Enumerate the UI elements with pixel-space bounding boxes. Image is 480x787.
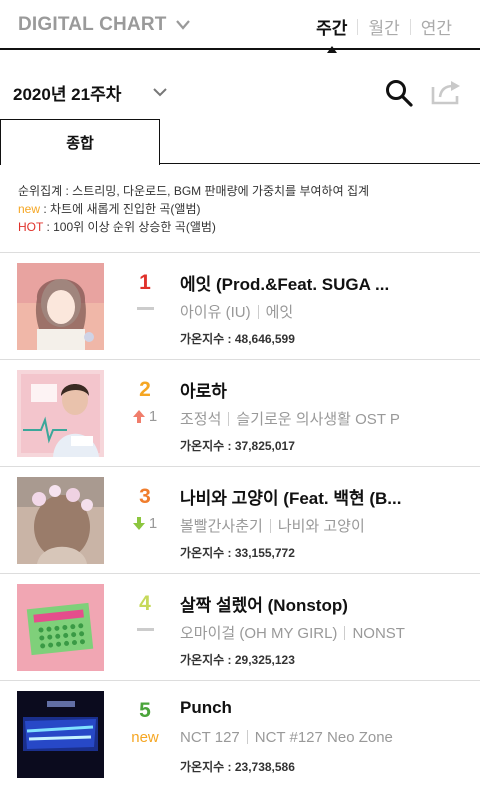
song-meta: 볼빨간사춘기 나비와 고양이 <box>180 515 418 536</box>
chevron-down-icon <box>175 20 190 30</box>
chart-type-selector[interactable]: DIGITAL CHART <box>18 14 191 36</box>
top-bar: DIGITAL CHART 주간 월간 연간 <box>0 0 480 53</box>
period-tabs: 주간 월간 연간 <box>306 14 462 53</box>
no-change-dash-icon <box>136 628 154 631</box>
week-selector[interactable]: 2020년 21주차 <box>13 80 121 105</box>
artist-name[interactable]: 조정석 <box>180 411 221 428</box>
divider <box>228 412 230 426</box>
gaon-score: 가온지수 : 29,325,123 <box>180 651 295 668</box>
score-value: 23,738,586 <box>234 760 295 774</box>
song-title[interactable]: 나비와 고양이 (Feat. 백현 (B... <box>180 484 418 509</box>
tab-monthly-label: 월간 <box>368 19 400 38</box>
legend-new-key: new <box>18 202 41 216</box>
tab-weekly-label: 주간 <box>316 19 348 38</box>
rank-change-value: 1 <box>148 408 158 425</box>
song-title[interactable]: Punch <box>180 698 418 718</box>
album-name[interactable]: 나비와 고양이 <box>278 518 365 535</box>
tab-overall[interactable]: 종합 <box>0 119 160 165</box>
gaon-score: 가온지수 : 23,738,586 <box>180 758 295 775</box>
rank-change <box>124 622 166 631</box>
album-cover[interactable] <box>17 691 104 778</box>
gaon-score: 가온지수 : 37,825,017 <box>180 437 295 454</box>
list-item[interactable]: 1 에잇 (Prod.&Feat. SUGA ... 아이유 (IU) 에잇 가온… <box>0 253 480 360</box>
album-cover[interactable] <box>17 370 104 457</box>
divider <box>257 305 259 319</box>
song-title[interactable]: 아로하 <box>180 377 418 402</box>
artist-name[interactable]: 아이유 (IU) <box>180 304 251 321</box>
song-meta: 조정석 슬기로운 의사생활 OST P <box>180 408 418 429</box>
rank-change-value: 1 <box>148 515 158 532</box>
rank-change: 1 <box>124 408 166 425</box>
album-name[interactable]: 에잇 <box>266 304 294 321</box>
rank-change <box>124 301 166 310</box>
tab-weekly[interactable]: 주간 <box>306 14 357 53</box>
list-item[interactable]: 2 1 아로하 조정석 슬기로운 의사생활 OST P 가온지수 : 37,825… <box>0 360 480 467</box>
gaon-score: 가온지수 : 48,646,599 <box>180 330 295 347</box>
score-value: 29,325,123 <box>234 653 295 667</box>
legend-hot: HOT : 100위 이상 순위 상승한 곡(앨범) <box>18 218 369 236</box>
album-cover[interactable] <box>17 477 104 564</box>
rank-number: 2 <box>139 378 151 401</box>
new-entry-badge: new <box>131 729 159 746</box>
score-label: 가온지수 : <box>180 653 232 667</box>
artist-name[interactable]: 오마이걸 (OH MY GIRL) <box>180 625 337 642</box>
arrow-up-icon <box>132 410 145 423</box>
song-meta: 아이유 (IU) 에잇 <box>180 301 418 322</box>
tab-yearly-label: 연간 <box>420 19 452 38</box>
share-icon[interactable] <box>430 78 462 106</box>
rank-change: 1 <box>124 515 166 532</box>
list-item[interactable]: 3 1 나비와 고양이 (Feat. 백현 (B... 볼빨간사춘기 나비와 고양… <box>0 467 480 574</box>
legend-new-desc: : 차트에 새롭게 진입한 곡(앨범) <box>40 202 201 216</box>
divider <box>344 626 346 640</box>
legend-hot-desc: : 100위 이상 순위 상승한 곡(앨범) <box>43 220 216 234</box>
list-item[interactable]: 5 new Punch NCT 127 NCT #127 Neo Zone 가온지… <box>0 681 480 787</box>
score-value: 48,646,599 <box>234 332 295 346</box>
chevron-down-icon[interactable] <box>152 87 168 98</box>
album-cover[interactable] <box>17 584 104 671</box>
list-item[interactable]: 4 살짝 설렜어 (Nonstop) 오마이걸 (OH MY GIRL) NONS… <box>0 574 480 681</box>
album-name[interactable]: 슬기로운 의사생활 OST P <box>236 411 399 428</box>
album-name[interactable]: NONST <box>352 625 405 642</box>
gaon-score: 가온지수 : 33,155,772 <box>180 544 295 561</box>
artist-name[interactable]: NCT 127 <box>180 729 240 746</box>
rank-number: 5 <box>139 699 151 722</box>
song-meta: 오마이걸 (OH MY GIRL) NONST <box>180 622 418 643</box>
song-meta: NCT 127 NCT #127 Neo Zone <box>180 729 418 746</box>
rank-change: new <box>124 729 166 746</box>
chart-title: DIGITAL CHART <box>18 14 167 35</box>
album-cover[interactable] <box>17 263 104 350</box>
score-value: 33,155,772 <box>234 546 295 560</box>
legend-hot-key: HOT <box>18 220 44 234</box>
divider <box>269 519 271 533</box>
score-label: 가온지수 : <box>180 332 232 346</box>
divider <box>246 730 248 744</box>
rank-number: 3 <box>139 485 151 508</box>
arrow-down-icon <box>132 517 145 530</box>
legend-aggregation: 순위집계 : 스트리밍, 다운로드, BGM 판매량에 가중치를 부여하여 집계 <box>18 184 370 198</box>
tab-monthly[interactable]: 월간 <box>358 14 409 39</box>
rank-number: 1 <box>139 271 151 294</box>
song-title[interactable]: 에잇 (Prod.&Feat. SUGA ... <box>180 270 418 295</box>
week-row: 2020년 21주차 <box>0 72 480 112</box>
legend-new: new : 차트에 새롭게 진입한 곡(앨범) <box>18 200 369 218</box>
active-tab-caret <box>326 46 337 53</box>
score-label: 가온지수 : <box>180 439 232 453</box>
search-icon[interactable] <box>384 78 414 108</box>
rank-number: 4 <box>139 592 151 615</box>
score-label: 가온지수 : <box>180 760 232 774</box>
tab-yearly[interactable]: 연간 <box>411 14 462 39</box>
no-change-dash-icon <box>136 307 154 310</box>
score-label: 가온지수 : <box>180 546 232 560</box>
chart-legend: 순위집계 : 스트리밍, 다운로드, BGM 판매량에 가중치를 부여하여 집계… <box>18 182 369 236</box>
chart-list: 1 에잇 (Prod.&Feat. SUGA ... 아이유 (IU) 에잇 가온… <box>0 252 480 787</box>
album-name[interactable]: NCT #127 Neo Zone <box>255 729 393 746</box>
song-title[interactable]: 살짝 설렜어 (Nonstop) <box>180 591 418 616</box>
artist-name[interactable]: 볼빨간사춘기 <box>180 518 263 535</box>
score-value: 37,825,017 <box>234 439 295 453</box>
